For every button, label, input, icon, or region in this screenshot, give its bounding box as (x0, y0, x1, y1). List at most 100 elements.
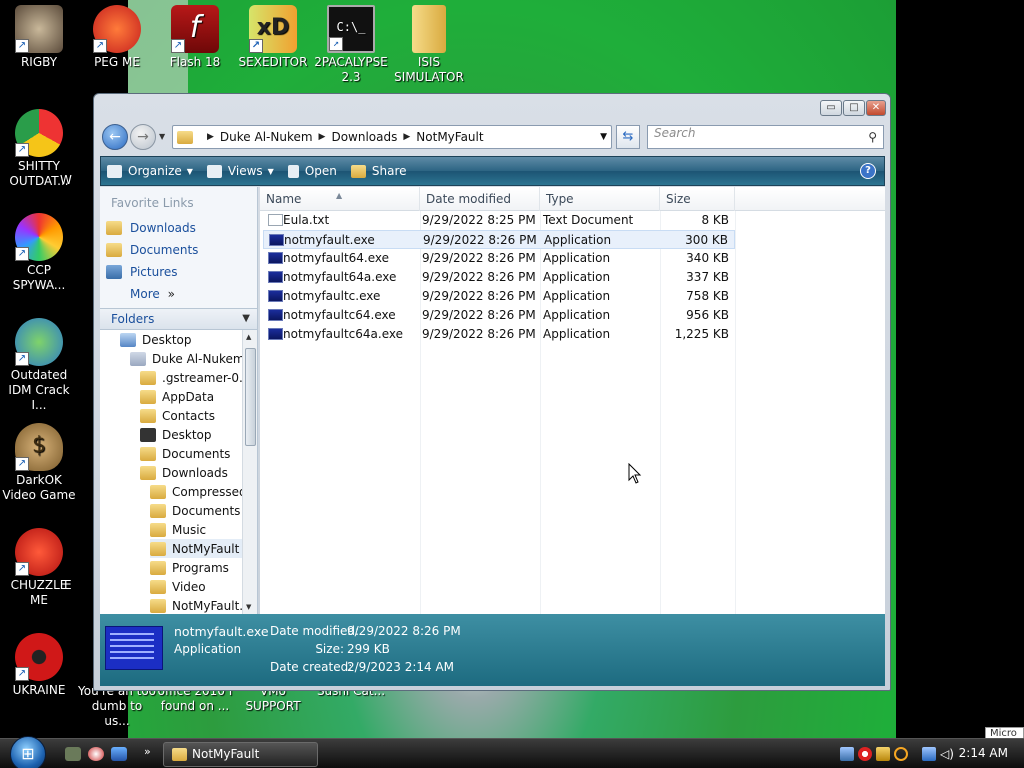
address-bar[interactable]: ▶ Duke Al-Nukem ▶ Downloads ▶ NotMyFault… (172, 125, 612, 149)
tray-security-alert-icon[interactable] (858, 747, 872, 761)
refresh-button[interactable]: ⇆ (616, 125, 640, 149)
shortcut-arrow-icon: ↗ (329, 37, 343, 51)
windows-logo-icon: ⊞ (21, 744, 35, 763)
folder-tree-scrollbar[interactable]: ▲ ▼ (242, 330, 257, 614)
breadcrumb-duke-al-nukem[interactable]: Duke Al-Nukem (220, 130, 313, 144)
folder-tree-item[interactable]: .gstreamer-0.10 (140, 368, 242, 387)
quicklaunch-show-desktop-icon[interactable] (65, 747, 81, 761)
shortcut-arrow-icon: ↗ (15, 457, 29, 471)
column-header-size[interactable]: Size (660, 187, 735, 211)
folder-tree-item[interactable]: NotMyFault. (150, 596, 242, 614)
search-input[interactable]: Search ⚲ (647, 125, 884, 149)
scrollbar-thumb[interactable] (245, 348, 256, 446)
file-row[interactable]: notmyfaultc.exe 9/29/2022 8:26 PM Applicat… (263, 287, 735, 306)
file-list[interactable]: Name ▲ Date modified Type Size Eula.txt 9/… (260, 187, 885, 614)
application-icon (268, 271, 283, 283)
column-header-type[interactable]: Type (540, 187, 660, 211)
breadcrumb-separator-icon[interactable]: ▶ (319, 132, 326, 142)
file-row[interactable]: notmyfault64a.exe 9/29/2022 8:26 PM Applic… (263, 268, 735, 287)
folder-tree-item[interactable]: Contacts (140, 406, 242, 425)
terminal-icon: C:\_ ↗ (327, 5, 375, 53)
desktop-icon-label: PEG ME (94, 55, 140, 69)
column-header-name[interactable]: Name ▲ (260, 187, 420, 211)
maximize-button[interactable]: □ (843, 100, 865, 116)
favorite-link-pictures[interactable]: Pictures (106, 265, 178, 279)
taskbar-window-button[interactable]: NotMyFault (163, 742, 318, 767)
address-dropdown-icon[interactable]: ▼ (600, 132, 607, 142)
desktop-icon-ukraine[interactable]: ↗ UKRAINE (0, 633, 78, 698)
folder-tree-item[interactable]: Downloads (140, 463, 242, 482)
views-button[interactable]: Views ▼ (206, 164, 274, 178)
file-type: Application (543, 251, 611, 265)
clock[interactable]: 2:14 AM (959, 746, 1008, 760)
folder-tree-item[interactable]: Music (150, 520, 242, 539)
start-button[interactable]: ⊞ (10, 736, 46, 768)
desktop-icon-rigby[interactable]: ↗ RIGBY (0, 5, 78, 70)
more-links-button[interactable]: More » (130, 287, 175, 301)
tray-display-icon[interactable] (922, 747, 936, 761)
folder-tree-item[interactable]: Desktop (140, 425, 242, 444)
tray-volume-icon[interactable]: ◁) (940, 747, 954, 761)
close-button[interactable]: ✕ (866, 100, 886, 116)
share-button[interactable]: Share (350, 164, 407, 178)
desktop-icon-idm[interactable]: ↗ Outdated IDM Crack I... (0, 318, 78, 413)
minimize-button[interactable]: ▭ (820, 100, 842, 116)
desktop-icon-darkok[interactable]: $ ↗ DarkOK Video Game (0, 423, 78, 503)
folder-tree-item[interactable]: AppData (140, 387, 242, 406)
back-button[interactable]: ← (102, 124, 128, 150)
file-row[interactable]: notmyfaultc64.exe 9/29/2022 8:26 PM Applic… (263, 306, 735, 325)
file-thumbnail (105, 626, 163, 670)
help-button[interactable]: ? (860, 163, 876, 179)
breadcrumb-separator-icon[interactable]: ▶ (403, 132, 410, 142)
file-size: 1,225 KB (674, 327, 729, 341)
column-header-label: Size (666, 192, 691, 206)
file-row[interactable]: Eula.txt 9/29/2022 8:25 PM Text Document 8 … (263, 211, 735, 230)
organize-button[interactable]: Organize ▼ (107, 164, 193, 178)
breadcrumb-notmyfault[interactable]: NotMyFault (416, 130, 483, 144)
scroll-down-icon[interactable]: ▼ (246, 603, 251, 611)
tray-network-icon[interactable] (840, 747, 854, 761)
desktop-icon-peg-me[interactable]: ↗ PEG ME (78, 5, 156, 70)
breadcrumb-downloads[interactable]: Downloads (331, 130, 397, 144)
file-size: 956 KB (686, 308, 729, 322)
folder-tree-item[interactable]: Video (150, 577, 242, 596)
file-row[interactable]: notmyfault64.exe 9/29/2022 8:26 PM Applica… (263, 249, 735, 268)
explorer-window[interactable]: ▭ □ ✕ ← → ▼ ▶ Duke Al-Nukem ▶ Downloads … (93, 93, 891, 691)
folder-tree-item[interactable]: Documents (140, 444, 242, 463)
folder-tree-item[interactable]: Programs (150, 558, 242, 577)
desktop-icon-ccp-spyware[interactable]: ↗ CCP SPYWA... (0, 213, 78, 293)
scroll-up-icon[interactable]: ▲ (246, 333, 251, 341)
breadcrumb-separator-icon[interactable]: ▶ (207, 132, 214, 142)
folder-tree-item[interactable]: Desktop (120, 330, 242, 349)
money-bag-icon: $ ↗ (15, 423, 63, 471)
taskbar-window-label: NotMyFault (192, 747, 260, 761)
history-dropdown-icon[interactable]: ▼ (159, 132, 165, 141)
open-button[interactable]: Open (287, 164, 337, 178)
desktop-icon-flash[interactable]: f ↗ Flash 18 (156, 5, 234, 70)
tray-search-icon[interactable] (894, 747, 908, 761)
favorite-link-documents[interactable]: Documents (106, 243, 198, 257)
desktop-icon-chuzzle[interactable]: ↗ CHUZZLE ME (0, 528, 78, 608)
quicklaunch-overflow-icon[interactable]: » (144, 745, 151, 758)
desktop-icon-2pacalypse[interactable]: C:\_ ↗ 2PACALYPSE 2.3 (312, 5, 390, 85)
desktop-icon-label: CCP SPYWA... (12, 263, 66, 292)
search-icon[interactable]: ⚲ (868, 130, 877, 144)
column-divider (735, 211, 736, 614)
desktop-icon-isis-simulator[interactable]: ISIS SIMULATOR (390, 5, 468, 85)
folder-tree-item[interactable]: NotMyFault (150, 539, 242, 558)
folder-tree-item[interactable]: Documents (150, 501, 242, 520)
file-type: Application (543, 289, 611, 303)
quicklaunch-switch-windows-icon[interactable] (111, 747, 127, 761)
window-controls: ▭ □ ✕ (820, 100, 886, 116)
quicklaunch-browser-icon[interactable] (88, 747, 104, 761)
favorite-link-downloads[interactable]: Downloads (106, 221, 196, 235)
column-header-date-modified[interactable]: Date modified (420, 187, 540, 211)
file-row[interactable]: notmyfaultc64a.exe 9/29/2022 8:26 PM Appli… (263, 325, 735, 344)
tray-shield-icon[interactable] (876, 747, 890, 761)
file-row[interactable]: notmyfault.exe 9/29/2022 8:26 PM Applicati… (263, 230, 735, 249)
folders-header[interactable]: Folders ▼ (100, 308, 257, 330)
folder-tree-item[interactable]: Compressed (150, 482, 242, 501)
forward-button[interactable]: → (130, 124, 156, 150)
folder-tree-item[interactable]: Duke Al-Nukem (130, 349, 242, 368)
desktop-icon-sexeditor[interactable]: xD ↗ SEXEDITOR (234, 5, 312, 70)
